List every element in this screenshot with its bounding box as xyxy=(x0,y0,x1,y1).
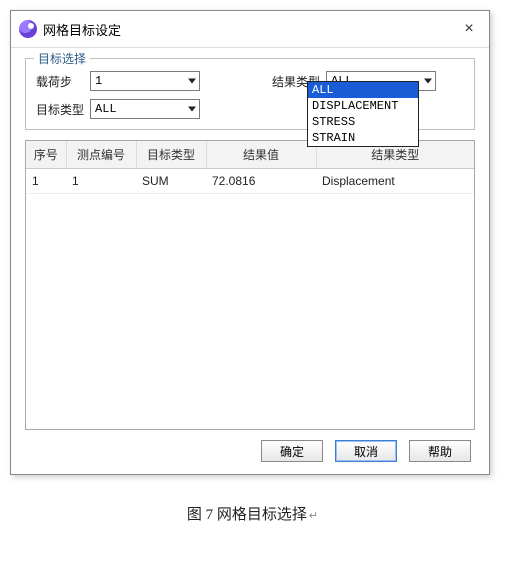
th-rv[interactable]: 结果值 xyxy=(206,141,316,169)
cell-rt: Displacement xyxy=(316,169,474,194)
dialog-window: 网格目标设定 × 目标选择 载荷步 1 结果类型 ALL 目标类型 xyxy=(10,10,490,475)
figure-caption: 图 7 网格目标选择↵ xyxy=(10,503,495,524)
cell-seq: 1 xyxy=(26,169,66,194)
chevron-down-icon xyxy=(188,107,196,112)
results-table-wrap: 序号 测点编号 目标类型 结果值 结果类型 1 1 SUM 72.0816 Di… xyxy=(25,140,475,430)
th-mp[interactable]: 测点编号 xyxy=(66,141,136,169)
title-bar: 网格目标设定 × xyxy=(11,11,489,48)
ok-button[interactable]: 确定 xyxy=(261,440,323,462)
loadstep-label: 载荷步 xyxy=(36,73,90,90)
app-icon xyxy=(19,20,37,38)
result-type-dropdown[interactable]: ALL DISPLACEMENT STRESS STRAIN xyxy=(307,81,419,147)
th-seq[interactable]: 序号 xyxy=(26,141,66,169)
results-table: 序号 测点编号 目标类型 结果值 结果类型 1 1 SUM 72.0816 Di… xyxy=(26,141,474,194)
chevron-down-icon xyxy=(188,79,196,84)
cell-rv: 72.0816 xyxy=(206,169,316,194)
cancel-button[interactable]: 取消 xyxy=(335,440,397,462)
caption-text: 图 7 网格目标选择 xyxy=(187,507,307,523)
cell-tt: SUM xyxy=(136,169,206,194)
fieldset-legend: 目标选择 xyxy=(34,50,90,67)
dialog-content: 目标选择 载荷步 1 结果类型 ALL 目标类型 ALL xyxy=(11,48,489,474)
help-button[interactable]: 帮助 xyxy=(409,440,471,462)
cell-mp: 1 xyxy=(66,169,136,194)
chevron-down-icon xyxy=(424,79,432,84)
table-row[interactable]: 1 1 SUM 72.0816 Displacement xyxy=(26,169,474,194)
th-tt[interactable]: 目标类型 xyxy=(136,141,206,169)
dropdown-option[interactable]: STRESS xyxy=(308,114,418,130)
loadstep-combo[interactable]: 1 xyxy=(90,71,200,91)
dropdown-option[interactable]: ALL xyxy=(308,82,418,98)
close-button[interactable]: × xyxy=(457,17,481,41)
caption-mark: ↵ xyxy=(309,510,318,522)
target-type-combo[interactable]: ALL xyxy=(90,99,200,119)
dropdown-option[interactable]: STRAIN xyxy=(308,130,418,146)
dropdown-option[interactable]: DISPLACEMENT xyxy=(308,98,418,114)
loadstep-value: 1 xyxy=(95,74,102,88)
button-bar: 确定 取消 帮助 xyxy=(25,430,475,466)
window-title: 网格目标设定 xyxy=(43,20,121,39)
target-type-label: 目标类型 xyxy=(36,101,90,118)
target-type-value: ALL xyxy=(95,102,117,116)
